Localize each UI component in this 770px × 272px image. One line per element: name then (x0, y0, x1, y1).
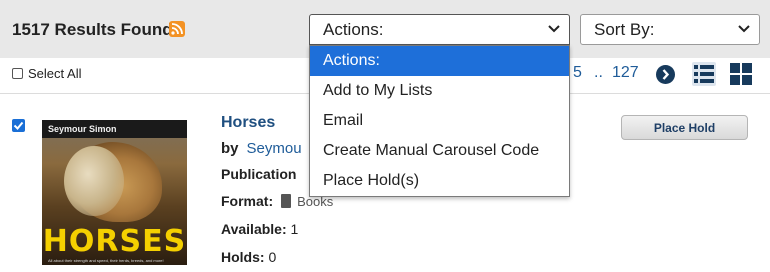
holds-row: Holds: 0 (221, 249, 276, 265)
cover-author: Seymour Simon (48, 124, 117, 134)
next-page-icon[interactable] (656, 65, 675, 84)
actions-select-value: Actions: (323, 20, 384, 39)
chevron-down-icon (738, 24, 750, 34)
available-row: Available: 1 (221, 221, 298, 237)
checkbox-icon[interactable] (12, 68, 23, 79)
actions-select[interactable]: Actions: (309, 14, 570, 45)
grid-view-icon[interactable] (729, 62, 753, 86)
book-title-link[interactable]: Horses (221, 114, 275, 132)
select-all-checkbox[interactable]: Select All (12, 66, 81, 81)
book-cover[interactable]: Seymour Simon HORSES All about their str… (42, 120, 187, 265)
available-value: 1 (290, 221, 299, 237)
page-link-last[interactable]: 127 (612, 64, 639, 82)
results-count: 1517 Results Found (12, 20, 173, 39)
cover-title: HORSES (42, 224, 187, 259)
actions-option-add-to-lists[interactable]: Add to My Lists (310, 76, 569, 106)
select-all-label: Select All (28, 66, 82, 81)
author-row: by Seymou (221, 140, 302, 157)
item-checkbox[interactable] (12, 119, 25, 132)
page-link-5[interactable]: 5 (573, 64, 582, 82)
cover-subtitle: All about their strength and speed, thei… (48, 258, 164, 263)
sort-select[interactable]: Sort By: (580, 14, 760, 45)
place-hold-button[interactable]: Place Hold (621, 115, 748, 140)
actions-option-actions[interactable]: Actions: (310, 46, 569, 76)
rss-icon[interactable] (169, 21, 185, 37)
list-view-icon[interactable] (692, 62, 716, 86)
author-link[interactable]: Seymou (247, 140, 302, 157)
sort-select-value: Sort By: (594, 20, 655, 39)
by-label: by (221, 140, 239, 157)
holds-label: Holds: (221, 249, 265, 265)
pager-ellipsis: .. (594, 64, 603, 81)
publication-label: Publication (221, 166, 297, 182)
cover-mane-image (64, 146, 124, 216)
holds-value: 0 (268, 249, 277, 265)
actions-option-place-holds[interactable]: Place Hold(s) (310, 166, 569, 196)
available-label: Available: (221, 221, 287, 237)
format-label: Format: (221, 193, 274, 209)
book-icon (281, 194, 292, 208)
actions-dropdown-menu: Actions: Add to My Lists Email Create Ma… (309, 45, 570, 197)
chevron-down-icon (548, 24, 560, 34)
actions-option-email[interactable]: Email (310, 106, 569, 136)
publication-row: Publication (221, 166, 296, 182)
actions-option-carousel-code[interactable]: Create Manual Carousel Code (310, 136, 569, 166)
